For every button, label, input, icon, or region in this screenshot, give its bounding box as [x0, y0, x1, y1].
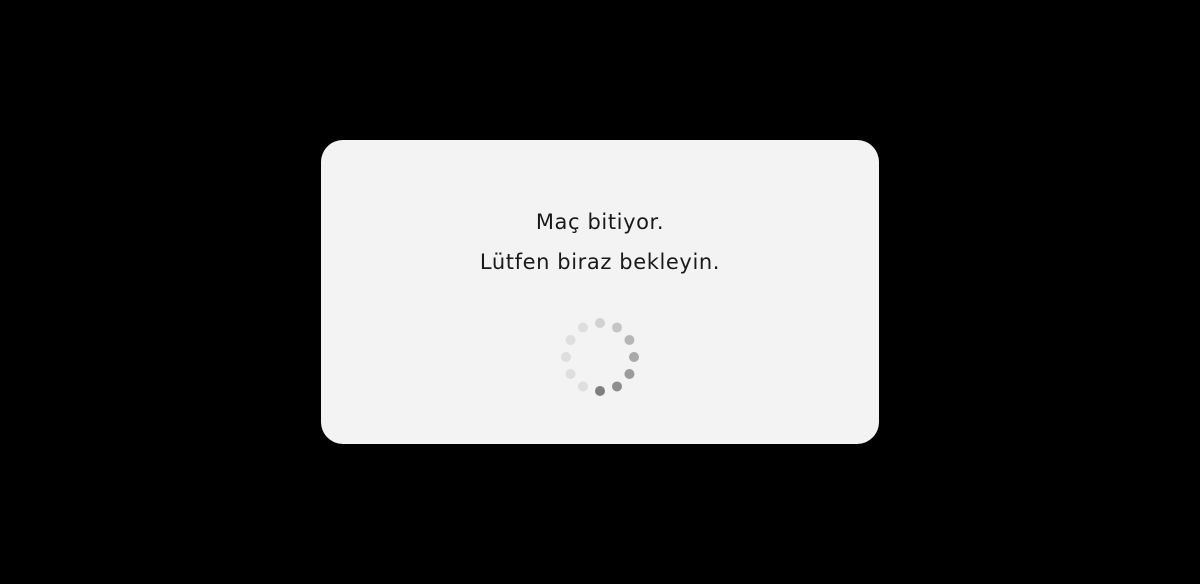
dialog-message-line-2: Lütfen biraz bekleyin.: [479, 250, 721, 274]
spinner-dot: [565, 335, 576, 345]
screen: Maç bitiyor. Lütfen biraz bekleyin.: [0, 0, 1200, 584]
spinner-dot: [565, 369, 576, 379]
spinner-dot: [612, 322, 622, 333]
spinner-dot: [612, 381, 622, 392]
spinner-dot: [595, 318, 605, 328]
spinner-dot: [624, 335, 635, 345]
spinner-dot: [561, 352, 571, 362]
dialog-message-line-1: Maç bitiyor.: [535, 210, 665, 234]
spinner-dot: [595, 386, 605, 396]
spinner-dot: [629, 352, 639, 362]
spinner-dot: [578, 322, 588, 333]
spinner-dot: [578, 381, 588, 392]
loading-spinner-icon: [561, 318, 639, 396]
spinner-dot: [624, 369, 635, 379]
loading-dialog: Maç bitiyor. Lütfen biraz bekleyin.: [321, 140, 879, 444]
dialog-message: Maç bitiyor. Lütfen biraz bekleyin.: [321, 202, 879, 282]
